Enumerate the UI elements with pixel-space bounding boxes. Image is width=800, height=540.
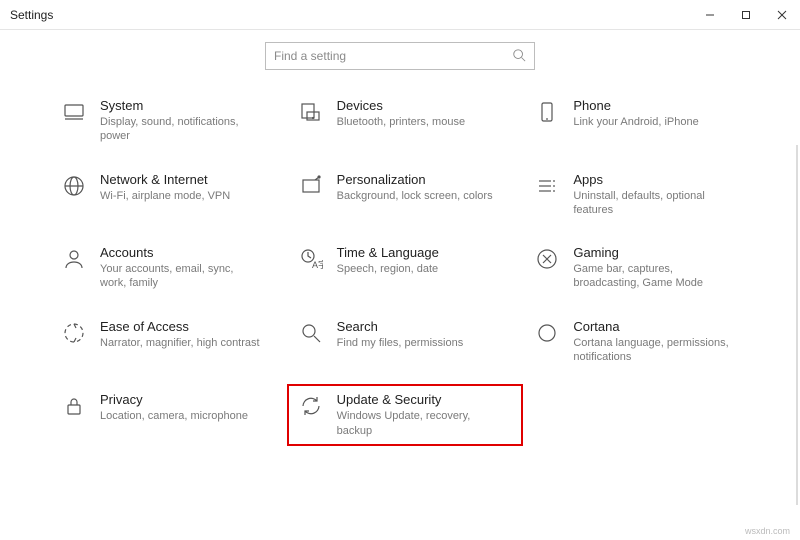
tile-desc: Cortana language, permissions, notificat… [573,336,733,365]
tile-desc: Display, sound, notifications, power [100,115,260,144]
tile-title: Gaming [573,245,733,260]
update-security-icon [297,392,325,420]
tile-personalization[interactable]: Personalization Background, lock screen,… [297,172,514,218]
cortana-icon [533,319,561,347]
tile-title: Apps [573,172,733,187]
search-input[interactable] [274,49,512,63]
tile-system[interactable]: System Display, sound, notifications, po… [60,98,277,144]
window-controls [692,0,800,29]
tile-title: Accounts [100,245,260,260]
tile-devices[interactable]: Devices Bluetooth, printers, mouse [297,98,514,144]
settings-grid: System Display, sound, notifications, po… [50,98,750,438]
tile-apps[interactable]: Apps Uninstall, defaults, optional featu… [533,172,750,218]
tile-title: Phone [573,98,698,113]
watermark: wsxdn.com [745,526,790,536]
devices-icon [297,98,325,126]
tile-cortana[interactable]: Cortana Cortana language, permissions, n… [533,319,750,365]
accounts-icon [60,245,88,273]
search-box[interactable] [265,42,535,70]
tile-desc: Link your Android, iPhone [573,115,698,129]
tile-update-security[interactable]: Update & Security Windows Update, recove… [287,384,524,446]
phone-icon [533,98,561,126]
tile-title: Time & Language [337,245,439,260]
tile-title: System [100,98,260,113]
minimize-button[interactable] [692,0,728,30]
tile-desc: Bluetooth, printers, mouse [337,115,465,129]
tile-desc: Location, camera, microphone [100,409,248,423]
system-icon [60,98,88,126]
tile-desc: Game bar, captures, broadcasting, Game M… [573,262,733,291]
close-button[interactable] [764,0,800,30]
network-icon [60,172,88,200]
tile-title: Update & Security [337,392,497,407]
maximize-button[interactable] [728,0,764,30]
ease-of-access-icon [60,319,88,347]
content-area: System Display, sound, notifications, po… [0,30,800,540]
svg-text:A字: A字 [312,259,323,270]
tile-gaming[interactable]: Gaming Game bar, captures, broadcasting,… [533,245,750,291]
tile-desc: Speech, region, date [337,262,439,276]
tile-title: Search [337,319,464,334]
tile-time-language[interactable]: A字 Time & Language Speech, region, date [297,245,514,291]
tile-desc: Background, lock screen, colors [337,189,493,203]
titlebar: Settings [0,0,800,30]
scrollbar[interactable] [796,145,798,505]
tile-phone[interactable]: Phone Link your Android, iPhone [533,98,750,144]
tile-title: Privacy [100,392,248,407]
search-wrap [0,42,800,70]
search-icon [512,48,526,65]
tile-title: Cortana [573,319,733,334]
tile-desc: Windows Update, recovery, backup [337,409,497,438]
search-cat-icon [297,319,325,347]
tile-desc: Uninstall, defaults, optional features [573,189,733,218]
tile-desc: Your accounts, email, sync, work, family [100,262,260,291]
tile-title: Ease of Access [100,319,260,334]
window-title: Settings [10,8,53,22]
personalization-icon [297,172,325,200]
tile-search[interactable]: Search Find my files, permissions [297,319,514,365]
tile-privacy[interactable]: Privacy Location, camera, microphone [60,392,277,438]
gaming-icon [533,245,561,273]
privacy-icon [60,392,88,420]
tile-network[interactable]: Network & Internet Wi-Fi, airplane mode,… [60,172,277,218]
tile-desc: Narrator, magnifier, high contrast [100,336,260,350]
tile-desc: Wi-Fi, airplane mode, VPN [100,189,230,203]
apps-icon [533,172,561,200]
time-language-icon: A字 [297,245,325,273]
tile-title: Personalization [337,172,493,187]
tile-desc: Find my files, permissions [337,336,464,350]
tile-title: Devices [337,98,465,113]
tile-accounts[interactable]: Accounts Your accounts, email, sync, wor… [60,245,277,291]
tile-title: Network & Internet [100,172,230,187]
tile-ease-of-access[interactable]: Ease of Access Narrator, magnifier, high… [60,319,277,365]
